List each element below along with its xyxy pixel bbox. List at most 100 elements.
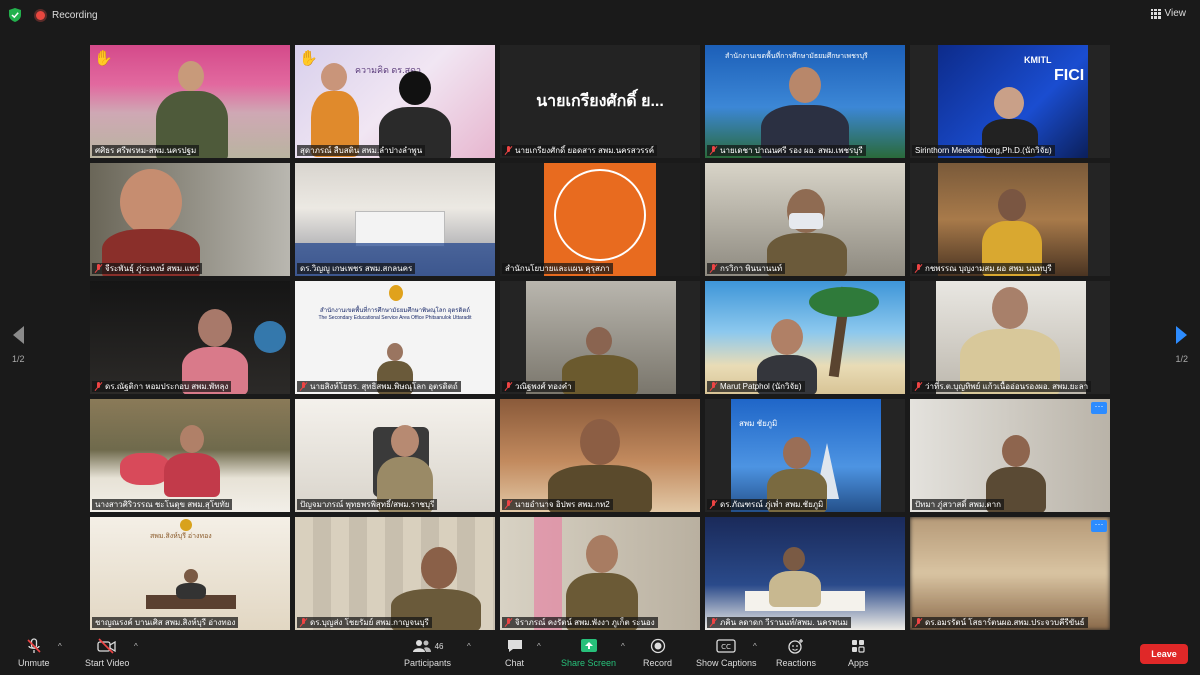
- participant-tile[interactable]: สพม ชัยภูมิ ดร.ภัณฑรณ์ ภู่เพ่ำ สพม.ชัยภู…: [705, 399, 905, 512]
- view-button[interactable]: View: [1150, 8, 1186, 19]
- participant-figure: [176, 569, 206, 599]
- start-video-button[interactable]: Start Video: [85, 638, 129, 668]
- closed-captions-icon: CC: [716, 638, 736, 654]
- apps-grid-icon: [850, 638, 866, 654]
- virtual-background-banner: สำนักงานเขตพื้นที่การศึกษามัธยมศึกษาเพชร…: [725, 53, 868, 60]
- recording-label: Recording: [52, 10, 98, 21]
- participant-tile[interactable]: KMITL FICI Sirinthorn Meekhobtong,Ph.D.(…: [910, 45, 1110, 158]
- mic-muted-icon: [710, 146, 717, 155]
- participant-tile[interactable]: กชพรรณ บุญงามสม ผอ สพม นนทบุรี: [910, 163, 1110, 276]
- participant-tile[interactable]: สำนักงานเขตพื้นที่การศึกษามัธยมศึกษาเพชร…: [705, 45, 905, 158]
- share-options-caret[interactable]: ^: [621, 642, 625, 651]
- mic-muted-icon: [710, 264, 717, 273]
- video-options-caret[interactable]: ^: [134, 642, 138, 651]
- participant-tile[interactable]: นางสาวศิริวรรณ ชะโนดุข สพม.สุโขทัย: [90, 399, 290, 512]
- recording-indicator[interactable]: Recording: [36, 10, 98, 21]
- participant-figure: [566, 535, 638, 630]
- captions-options-caret[interactable]: ^: [753, 642, 757, 651]
- participant-tile[interactable]: ดร.ณัฐติกา หอมประกอบ สพม.พัทลุง: [90, 281, 290, 394]
- participant-figure: [162, 425, 222, 497]
- participant-name: ชาญณรงค์ บานเศิส สพม.สิงห์บุรี อ่างทอง: [92, 617, 239, 628]
- participant-tile[interactable]: วณิฐพงศ์ ทองคำ: [500, 281, 700, 394]
- show-captions-button[interactable]: CC Show Captions: [696, 638, 757, 668]
- share-screen-icon: [580, 638, 598, 654]
- participant-tile[interactable]: ดร.วิญญู เกษเพชร สพม.สกลนคร: [295, 163, 495, 276]
- apps-label: Apps: [848, 658, 869, 668]
- participant-tile[interactable]: ··· ปัทมา ภู่สวาสดิ์ สพม.ตาก: [910, 399, 1110, 512]
- participant-tile[interactable]: สำนักงานเขตพื้นที่การศึกษามัธยมศึกษาพิษณ…: [295, 281, 495, 394]
- raised-hand-icon: ✋: [299, 50, 318, 67]
- khurusapha-emblem: [554, 169, 646, 261]
- more-options-button[interactable]: ···: [1091, 402, 1107, 414]
- participant-tile[interactable]: สพม.สิงห์บุรี อ่างทอง ชาญณรงค์ บานเศิส ส…: [90, 517, 290, 630]
- participant-name: สุดาภรณ์ สืบสติน สพม.ลำปางลำพูน: [297, 145, 426, 156]
- participant-name: จีระพันธุ์ ภู่ระหงษ์ สพม.แพร่: [92, 263, 203, 274]
- participant-tile[interactable]: ภคิน ลดาดก วีรานนท์/สพม. นครพนม: [705, 517, 905, 630]
- gallery-grid: ✋ ศศิธร ศรีพรหม-สพม.นครปฐม ความคิด ดร.สุ…: [90, 45, 1110, 630]
- meeting-controls-toolbar: Unmute ^ Start Video ^ 46 Participants ^…: [0, 630, 1200, 675]
- chat-options-caret[interactable]: ^: [537, 642, 541, 651]
- participant-tile[interactable]: นายอำนาจ อิปพร สพม.กท2: [500, 399, 700, 512]
- fan: [254, 321, 286, 353]
- start-video-label: Start Video: [85, 658, 130, 668]
- office-sign-english: The Secondary Educational Service Area O…: [318, 315, 472, 321]
- share-screen-button[interactable]: Share Screen: [561, 638, 616, 668]
- participants-label: Participants: [404, 658, 452, 668]
- unmute-button[interactable]: Unmute: [18, 638, 50, 668]
- participant-name: นายสิงห์โยธร. สุทธิสพม.พิษณุโลก อุตรดิตถ…: [297, 381, 461, 392]
- previous-page-button[interactable]: 1/2: [12, 326, 25, 364]
- audio-options-caret[interactable]: ^: [58, 642, 62, 651]
- participant-name: Marut Patphol (นักวิจัย): [707, 381, 805, 392]
- chat-label: Chat: [505, 658, 525, 668]
- share-screen-label: Share Screen: [561, 658, 617, 668]
- mic-muted-icon: [300, 382, 307, 391]
- mic-muted-icon: [710, 382, 717, 391]
- kmitl-logo: KMITL: [1024, 55, 1052, 65]
- participant-tile[interactable]: ✋ ศศิธร ศรีพรหม-สพม.นครปฐม: [90, 45, 290, 158]
- participant-tile[interactable]: จิราภรณ์ คงรัตน์ สพม.พังงา ภูเก็ต ระนอง: [500, 517, 700, 630]
- participant-tile[interactable]: ดร.บุญส่ง โชยรัมย์ สพม.กาญจนบุรี: [295, 517, 495, 630]
- participant-figure: [769, 547, 821, 607]
- participant-name: นางสาวศิริวรรณ ชะโนดุข สพม.สุโขทัย: [92, 499, 233, 510]
- shield-check-icon[interactable]: [9, 8, 21, 22]
- office-sign: สำนักงานเขตพื้นที่การศึกษามัธยมศึกษาพิษณ…: [320, 308, 470, 314]
- raised-hand-icon: ✋: [94, 50, 113, 67]
- background-portrait: [309, 61, 361, 157]
- reactions-button[interactable]: Reactions: [776, 638, 816, 668]
- mic-muted-icon: [300, 618, 307, 627]
- mic-muted-icon: [915, 618, 922, 627]
- record-button[interactable]: Record: [643, 638, 672, 668]
- chevron-right-icon: [1176, 326, 1188, 344]
- apps-button[interactable]: Apps: [848, 638, 869, 668]
- participant-tile[interactable]: กรวิกา พินนานนท์: [705, 163, 905, 276]
- meeting-table: [355, 211, 445, 247]
- page-indicator-left: 1/2: [12, 354, 25, 364]
- mic-muted-icon: [710, 500, 717, 509]
- record-label: Record: [643, 658, 673, 668]
- participant-tile[interactable]: ปัญจมาภรณ์ พุทธพรพิสุทธิ์/สพม.ราชบุรี: [295, 399, 495, 512]
- virtual-background-label: สพม ชัยภูมิ: [739, 419, 778, 428]
- leave-button[interactable]: Leave: [1140, 644, 1188, 664]
- mic-muted-icon: [95, 264, 102, 273]
- participant-name: จิราภรณ์ คงรัตน์ สพม.พังงา ภูเก็ต ระนอง: [502, 617, 658, 628]
- more-options-button[interactable]: ···: [1091, 520, 1107, 532]
- participants-count: 46: [434, 641, 444, 651]
- participant-tile[interactable]: Marut Patphol (นักวิจัย): [705, 281, 905, 394]
- participant-name: ดร.ภัณฑรณ์ ภู่เพ่ำ สพม.ชัยภูมิ: [707, 499, 827, 510]
- record-dot-icon: [36, 11, 45, 20]
- obec-emblem: [180, 519, 192, 531]
- participant-tile[interactable]: จีระพันธุ์ ภู่ระหงษ์ สพม.แพร่: [90, 163, 290, 276]
- participant-tile[interactable]: สำนักนโยบายและแผน คุรุสภา: [500, 163, 700, 276]
- participant-tile[interactable]: ··· ดร.อมรรัตน์ โสธาร์ตนผอ.สพม.ประจวบคีร…: [910, 517, 1110, 630]
- participants-button[interactable]: 46 Participants: [404, 638, 451, 668]
- participant-tile[interactable]: ว่าที่ร.ต.บุญทิพย์ แก้วเนื้ออ่อนรองผอ. ส…: [910, 281, 1110, 394]
- participant-tile[interactable]: นายเกรียงศักดิ์ ย... นายเกรียงศักดิ์ ยอด…: [500, 45, 700, 158]
- video-feed: [910, 517, 1110, 630]
- chat-button[interactable]: Chat: [505, 638, 524, 668]
- mic-muted-icon: [505, 382, 512, 391]
- participant-tile-active-speaker[interactable]: ความคิด ดร.สุดา ✋ สุดาภรณ์ สืบสติน สพม.ล…: [295, 45, 495, 158]
- participants-options-caret[interactable]: ^: [467, 642, 471, 651]
- office-sign: สพม.สิงห์บุรี อ่างทอง: [150, 533, 212, 540]
- next-page-button[interactable]: 1/2: [1175, 326, 1188, 364]
- chat-bubble-icon: [506, 638, 524, 654]
